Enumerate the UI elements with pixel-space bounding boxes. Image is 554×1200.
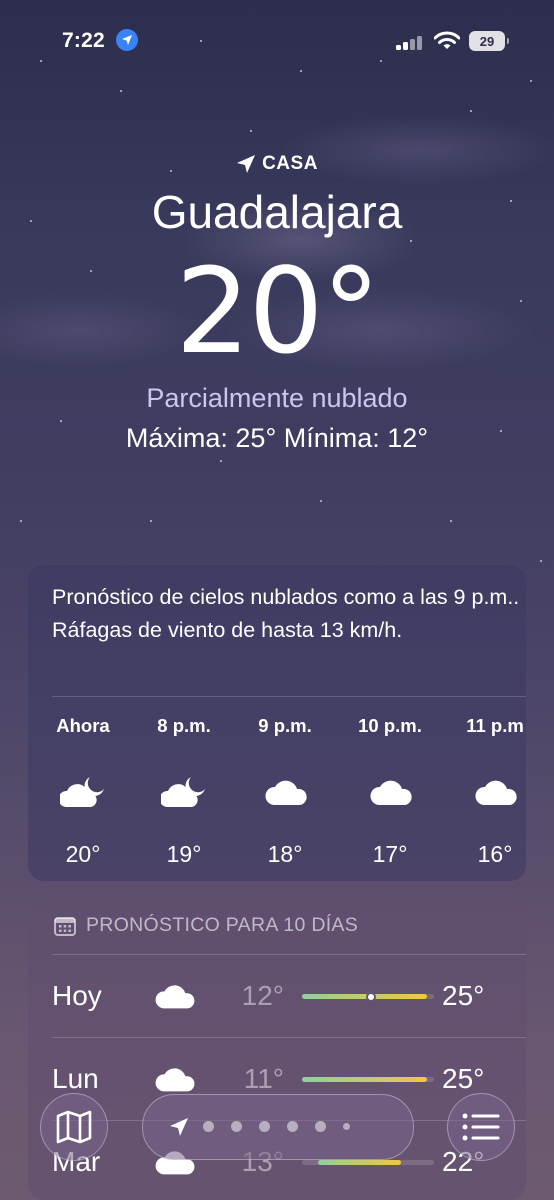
hourly-time: 8 p.m. (157, 715, 211, 736)
ten-day-day: Lun (52, 1063, 99, 1094)
partly-cloudy-night-icon (58, 775, 106, 811)
temperature-range-fill (302, 1077, 427, 1082)
location-services-icon (116, 29, 138, 51)
location-pager[interactable] (142, 1094, 414, 1160)
ten-day-high: 25° (442, 980, 485, 1011)
ten-day-low: 12° (241, 980, 284, 1011)
page-dot[interactable] (231, 1121, 242, 1132)
star (450, 520, 452, 522)
city-name: Guadalajara (151, 186, 403, 238)
battery-icon: 29 (469, 31, 509, 51)
star (220, 460, 222, 462)
high-low-text: Máxima: 25° Mínima: 12° (125, 423, 429, 453)
cloud-icon (152, 1063, 196, 1097)
list-icon (462, 1113, 500, 1141)
map-icon (56, 1110, 92, 1144)
hourly-temp: 20° (65, 841, 101, 867)
star (470, 110, 472, 112)
star (60, 420, 62, 422)
current-temp-marker (366, 991, 376, 1002)
page-dot[interactable] (259, 1121, 270, 1132)
star (250, 130, 252, 132)
hourly-temp: 16° (477, 841, 513, 867)
cloud-icon (152, 980, 196, 1014)
hourly-forecast-card[interactable]: Pronóstico de cielos nublados como a las… (28, 565, 526, 881)
location-arrow-icon (237, 155, 256, 173)
ten-day-high: 25° (442, 1063, 485, 1094)
star (530, 80, 532, 82)
location-label-text: CASA (262, 153, 318, 174)
ten-day-row[interactable]: Hoy 12° 25° (28, 966, 526, 1026)
cellular-signal-icon (396, 34, 426, 50)
hourly-time: 11 p.m (466, 715, 524, 736)
current-temperature: 20° (175, 242, 380, 380)
temperature-range-bar (302, 991, 434, 1002)
calendar-icon (54, 916, 76, 936)
hourly-temp: 18° (267, 841, 303, 867)
temperature-range-fill (302, 994, 427, 999)
ten-day-title: PRONÓSTICO PARA 10 DÍAS (86, 914, 359, 936)
cloud-icon (367, 775, 413, 811)
cloud-icon (262, 775, 308, 811)
location-arrow-icon (170, 1118, 188, 1136)
condition-text: Parcialmente nublado (146, 383, 408, 413)
divider (52, 1037, 526, 1038)
page-dot[interactable] (287, 1121, 298, 1132)
star (540, 560, 542, 562)
page-dot[interactable] (343, 1123, 350, 1130)
status-time: 7:22 (62, 29, 105, 52)
status-bar: 7:22 29 (0, 0, 554, 80)
ten-day-day: Hoy (52, 980, 102, 1011)
page-dot[interactable] (203, 1121, 214, 1132)
temperature-range-fill (318, 1160, 401, 1165)
ten-day-header: PRONÓSTICO PARA 10 DÍAS (54, 914, 358, 937)
hourly-temp: 19° (166, 841, 202, 867)
location-label: CASA (0, 153, 554, 175)
wifi-icon (433, 31, 461, 56)
forecast-summary: Pronóstico de cielos nublados como a las… (52, 585, 520, 642)
cloud-icon (472, 775, 518, 811)
hourly-time: 9 p.m. (258, 715, 312, 736)
hourly-scroll[interactable]: Ahora 20° 8 p.m. 19° 9 p.m. 18° 10 p.m. 17° 11 p… (28, 713, 526, 873)
temperature-range-bar (302, 1077, 434, 1082)
locations-list-button[interactable] (447, 1093, 515, 1161)
divider (52, 954, 526, 955)
star (20, 520, 22, 522)
partly-cloudy-night-icon (159, 775, 207, 811)
hourly-temp: 17° (372, 841, 408, 867)
map-button[interactable] (40, 1093, 108, 1161)
divider (52, 696, 526, 697)
star (150, 520, 152, 522)
page-dot[interactable] (315, 1121, 326, 1132)
star (320, 500, 322, 502)
hourly-time: Ahora (56, 715, 110, 736)
hourly-time: 10 p.m. (358, 715, 422, 736)
temperature-range-bar (302, 1160, 434, 1165)
ten-day-low: 11° (243, 1063, 284, 1094)
star (120, 90, 122, 92)
